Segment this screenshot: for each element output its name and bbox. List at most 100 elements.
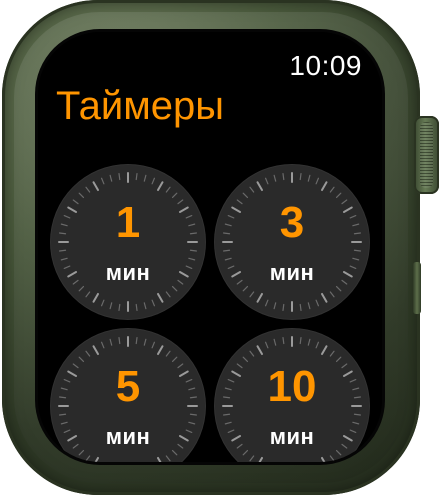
dial-tick (157, 345, 164, 356)
dial-tick (171, 449, 178, 456)
dial-tick (256, 345, 263, 356)
dial-tick (78, 449, 85, 456)
dial-tick (189, 413, 198, 416)
dial-tick (256, 292, 263, 303)
dial-tick (100, 299, 105, 307)
dial-tick (242, 356, 249, 363)
dial-tick (157, 181, 164, 192)
dial-tick (249, 350, 255, 357)
dial-tick (329, 186, 335, 193)
dial-tick (335, 285, 342, 292)
dial-tick (222, 413, 231, 416)
dial-tick (85, 455, 91, 462)
dial-tick (299, 303, 302, 312)
dial-tick (315, 177, 320, 185)
dial-tick (307, 302, 311, 310)
dial-tick (94, 456, 99, 462)
dial-tick (165, 186, 171, 193)
dial-tick (321, 181, 328, 192)
dial-tick (58, 413, 67, 416)
dial-tick (321, 456, 326, 462)
timer-unit: мин (269, 424, 315, 449)
watch-screen: 10:09 Таймеры 1 мин 3 мин 5 мин 10 мин (38, 32, 382, 462)
timer-tile-10[interactable]: 10 мин (214, 328, 370, 462)
dial-tick (329, 291, 335, 298)
dial-tick (249, 455, 255, 462)
dial-tick (109, 302, 113, 310)
dial-tick (143, 338, 147, 346)
dial-tick (165, 350, 171, 357)
dial-tick (78, 285, 85, 292)
dial-tick (353, 249, 362, 252)
dial-tick (307, 174, 311, 182)
dial-tick (273, 302, 277, 310)
dial-tick (143, 302, 147, 310)
dial-tick (85, 291, 91, 298)
dial-tick (315, 341, 320, 349)
dial-tick (92, 345, 99, 356)
dial-tick (222, 249, 231, 252)
dial-tick (315, 299, 320, 307)
dial-tick (335, 449, 342, 456)
timer-tile-5[interactable]: 5 мин (50, 328, 206, 462)
dial-tick (151, 177, 156, 185)
dial-tick (329, 455, 335, 462)
dial-tick (256, 181, 263, 192)
dial-tick (157, 456, 162, 462)
dial-tick (100, 177, 105, 185)
dial-tick (242, 449, 249, 456)
timer-value: 3 (279, 198, 305, 247)
dial-tick (264, 341, 269, 349)
dial-tick (249, 186, 255, 193)
dial-tick (135, 336, 138, 345)
dial-tick (78, 192, 85, 199)
dial-tick (135, 303, 138, 312)
dial-tick (171, 192, 178, 199)
dial-tick (118, 336, 121, 345)
dial-tick (189, 249, 198, 252)
dial-tick (273, 338, 277, 346)
dial-tick (85, 350, 91, 357)
dial-tick (335, 192, 342, 199)
dial-tick (329, 350, 335, 357)
dial-tick (299, 336, 302, 345)
dial-tick (282, 172, 285, 181)
timer-value: 10 (267, 362, 317, 411)
dial-tick (273, 174, 277, 182)
dial-tick (282, 303, 285, 312)
dial-tick (157, 292, 164, 303)
dial-tick (242, 285, 249, 292)
dial-tick (335, 356, 342, 363)
dial-tick (171, 285, 178, 292)
dial-tick (151, 341, 156, 349)
dial-tick (118, 172, 121, 181)
timer-unit: мин (105, 260, 151, 285)
dial-tick (92, 292, 99, 303)
dial-tick (282, 336, 285, 345)
digital-crown[interactable] (414, 116, 439, 194)
dial-tick (264, 299, 269, 307)
dial-tick (165, 291, 171, 298)
dial-tick (92, 181, 99, 192)
dial-tick (249, 291, 255, 298)
dial-tick (353, 413, 362, 416)
timer-tile-3[interactable]: 3 мин (214, 164, 370, 320)
dial-tick (242, 192, 249, 199)
dial-tick (85, 186, 91, 193)
dial-tick (151, 299, 156, 307)
dial-tick (143, 174, 147, 182)
dial-tick (135, 172, 138, 181)
page-title: Таймеры (56, 84, 224, 128)
dial-tick (321, 292, 328, 303)
dial-tick (58, 249, 67, 252)
timer-value: 5 (115, 362, 141, 411)
side-button[interactable] (413, 262, 421, 314)
timer-value: 1 (115, 198, 141, 247)
dial-tick (171, 356, 178, 363)
dial-tick (118, 303, 121, 312)
dial-tick (100, 341, 105, 349)
timer-unit: мин (105, 424, 151, 449)
dial-tick (264, 177, 269, 185)
timer-tile-1[interactable]: 1 мин (50, 164, 206, 320)
dial-tick (165, 455, 171, 462)
